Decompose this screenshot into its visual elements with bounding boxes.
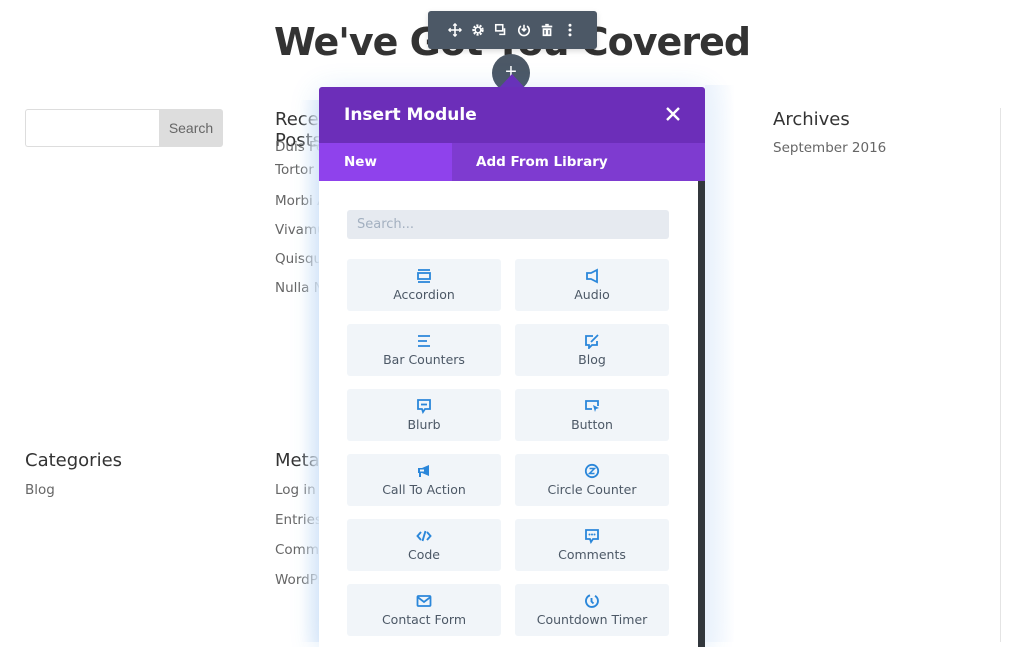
accordion-icon	[416, 268, 432, 284]
module-label: Accordion	[393, 287, 455, 302]
modal-header: Insert Module	[319, 87, 705, 143]
module-audio[interactable]: Audio	[515, 259, 669, 311]
module-label: Countdown Timer	[536, 612, 648, 627]
tab-add-from-library[interactable]: Add From Library	[452, 143, 608, 181]
archives-title: Archives	[773, 109, 850, 130]
modal-scrollbar[interactable]	[698, 181, 705, 647]
move-icon[interactable]	[447, 22, 463, 38]
settings-icon[interactable]	[470, 22, 486, 38]
delete-icon[interactable]	[539, 22, 555, 38]
module-label: Comments	[558, 547, 626, 562]
duplicate-icon[interactable]	[493, 22, 509, 38]
comments-icon	[584, 528, 600, 544]
module-blurb[interactable]: Blurb	[347, 389, 501, 441]
code-icon	[416, 528, 432, 544]
blurb-icon	[416, 398, 432, 414]
module-call-to-action[interactable]: Call To Action	[347, 454, 501, 506]
modal-shadow-right	[705, 85, 735, 642]
module-label: Blog	[578, 352, 606, 367]
archive-link[interactable]: September 2016	[773, 140, 886, 156]
module-label: Bar Counters	[383, 352, 465, 367]
call-to-action-icon	[416, 463, 432, 479]
modal-body: Accordion Audio Bar Counters Blog Blurb …	[319, 181, 705, 647]
module-circle-counter[interactable]: Circle Counter	[515, 454, 669, 506]
module-bar-counters[interactable]: Bar Counters	[347, 324, 501, 376]
module-label: Blurb	[407, 417, 441, 432]
insert-module-modal: Insert Module New Module Add From Librar…	[319, 87, 705, 647]
modal-tabs: New Module Add From Library	[319, 143, 705, 208]
module-accordion[interactable]: Accordion	[347, 259, 501, 311]
search-button[interactable]: Search	[159, 109, 223, 147]
search-widget: Search	[25, 109, 223, 147]
module-toolbar	[428, 11, 597, 49]
module-label: Call To Action	[382, 482, 466, 497]
tab-new-module[interactable]: New Module	[319, 143, 452, 208]
audio-icon	[584, 268, 600, 284]
category-link[interactable]: Blog	[25, 482, 55, 498]
save-icon[interactable]	[516, 22, 532, 38]
module-search-input[interactable]	[347, 210, 669, 239]
modal-pointer	[499, 74, 525, 88]
module-blog[interactable]: Blog	[515, 324, 669, 376]
module-label: Contact Form	[381, 612, 467, 627]
countdown-timer-icon	[584, 593, 600, 609]
module-comments[interactable]: Comments	[515, 519, 669, 571]
module-label: Circle Counter	[547, 482, 637, 497]
blog-icon	[584, 333, 600, 349]
module-code[interactable]: Code	[347, 519, 501, 571]
categories-title: Categories	[25, 450, 123, 471]
button-icon	[584, 398, 600, 414]
circle-counter-icon	[584, 463, 600, 479]
sidebar-search-input[interactable]	[25, 109, 159, 147]
column-divider	[1000, 108, 1001, 642]
more-icon[interactable]	[562, 22, 578, 38]
module-label: Button	[571, 417, 613, 432]
modules-grid: Accordion Audio Bar Counters Blog Blurb …	[347, 259, 669, 636]
bar-counters-icon	[416, 333, 432, 349]
modal-title: Insert Module	[344, 105, 477, 125]
contact-form-icon	[416, 593, 432, 609]
module-button[interactable]: Button	[515, 389, 669, 441]
module-label: Code	[407, 547, 440, 562]
close-icon[interactable]	[663, 104, 683, 124]
module-label: Audio	[574, 287, 610, 302]
module-contact-form[interactable]: Contact Form	[347, 584, 501, 636]
module-countdown-timer[interactable]: Countdown Timer	[515, 584, 669, 636]
modal-shadow-left	[300, 100, 319, 642]
